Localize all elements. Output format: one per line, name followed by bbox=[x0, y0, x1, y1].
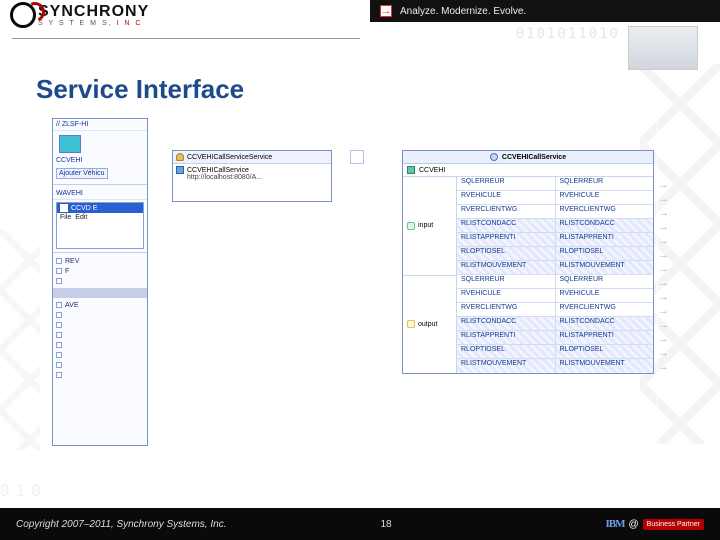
output-icon bbox=[407, 320, 415, 328]
arrow-right-icon: → bbox=[658, 276, 684, 290]
footer-bar: Copyright 2007–2011, Synchrony Systems, … bbox=[0, 508, 720, 540]
gear-icon bbox=[490, 153, 498, 161]
arrow-box-icon: → bbox=[380, 5, 392, 17]
out-cell: RLISTAPPRENTI bbox=[457, 331, 556, 344]
logo-ring-icon bbox=[10, 2, 36, 28]
out-cell: RLISTMOUVEMENT bbox=[457, 359, 556, 373]
arrow-right-icon: → bbox=[658, 360, 684, 374]
in-cell: RLISTCONDACC bbox=[457, 219, 556, 232]
menu-file[interactable]: File bbox=[60, 214, 71, 221]
arrow-right-icon: → bbox=[658, 332, 684, 346]
in-cell: RVERCLIENTWG bbox=[457, 205, 556, 218]
out-cell-b: RVERCLIENTWG bbox=[556, 303, 654, 316]
arrow-right-icon: → bbox=[658, 318, 684, 332]
arrow-right-icon: → bbox=[658, 304, 684, 318]
screen-label: CCVEHI bbox=[53, 157, 147, 166]
page-number: 18 bbox=[380, 519, 391, 530]
out-cell-b: RLISTAPPRENTI bbox=[556, 331, 654, 344]
palette-code-comment: // ZLSF-HI bbox=[53, 119, 147, 131]
arrow-right-icon: → bbox=[658, 290, 684, 304]
palette-item-ave: AVE bbox=[65, 302, 79, 309]
in-cell-b: RLOPTIOSEL bbox=[556, 247, 654, 260]
title-underline bbox=[12, 38, 360, 39]
palette-items: REV F AVE bbox=[53, 256, 147, 380]
out-cell: RLOPTIOSEL bbox=[457, 345, 556, 358]
service-def-url: http://localhost:8080/A... bbox=[173, 174, 331, 183]
in-cell-b: RVERCLIENTWG bbox=[556, 205, 654, 218]
arrow-right-icon: → bbox=[658, 178, 684, 192]
people-photo bbox=[628, 26, 698, 70]
out-cell-b: RLOPTIOSEL bbox=[556, 345, 654, 358]
decor-binary: 010 bbox=[0, 481, 47, 500]
arrow-right-icon: → bbox=[658, 206, 684, 220]
window-icon bbox=[60, 204, 68, 212]
in-cell: RLOPTIOSEL bbox=[457, 247, 556, 260]
service-table-title: CCVEHICallService bbox=[502, 154, 566, 161]
partner-badge: IBM @ Business Partner bbox=[606, 518, 704, 530]
out-cell: RVEHICULE bbox=[457, 289, 556, 302]
service-def-impl: CCVEHICallService bbox=[187, 167, 249, 174]
output-arrow-column: → → → → → → → → → → → → → → bbox=[658, 178, 684, 374]
arrow-right-icon: → bbox=[658, 234, 684, 248]
arrow-right-icon: → bbox=[658, 192, 684, 206]
service-table: CCVEHICallService CCVEHI input output SQ… bbox=[402, 150, 654, 374]
palette-item-rev: REV bbox=[65, 258, 79, 265]
connector-node bbox=[350, 150, 364, 164]
io-grid: SQLERREURSQLERREUR RVEHICULERVEHICULE RV… bbox=[457, 177, 653, 373]
screen-icon bbox=[59, 135, 81, 153]
out-cell-b: RVEHICULE bbox=[556, 289, 654, 302]
add-vehicle-button[interactable]: Ajouter Véhicu bbox=[56, 168, 108, 179]
ibm-logo: IBM bbox=[606, 518, 625, 530]
in-cell: RLISTMOUVEMENT bbox=[457, 261, 556, 274]
palette-section-2: WAVEHI bbox=[53, 188, 147, 200]
out-cell: SQLERREUR bbox=[457, 275, 556, 288]
in-cell-b: RLISTMOUVEMENT bbox=[556, 261, 654, 274]
in-cell: RVEHICULE bbox=[457, 191, 556, 204]
tagline-bar: → Analyze. Modernize. Evolve. bbox=[370, 0, 720, 22]
out-cell: RLISTCONDACC bbox=[457, 317, 556, 330]
tagline-text: Analyze. Modernize. Evolve. bbox=[400, 6, 526, 17]
out-cell-b: RLISTCONDACC bbox=[556, 317, 654, 330]
arrow-right-icon: → bbox=[658, 346, 684, 360]
in-cell: RLISTAPPRENTI bbox=[457, 233, 556, 246]
arrow-right-icon: → bbox=[658, 248, 684, 262]
input-icon bbox=[407, 222, 415, 230]
io-input-label: input bbox=[418, 222, 433, 229]
brand-name: SYNCHRONY bbox=[38, 4, 149, 20]
out-cell: RVERCLIENTWG bbox=[457, 303, 556, 316]
io-output-label: output bbox=[418, 321, 437, 328]
out-cell-b: SQLERREUR bbox=[556, 275, 654, 288]
in-cell-b: RLISTAPPRENTI bbox=[556, 233, 654, 246]
palette-panel: // ZLSF-HI CCVEHI Ajouter Véhicu WAVEHI … bbox=[52, 118, 148, 446]
in-cell-b: RVEHICULE bbox=[556, 191, 654, 204]
palette-item-f: F bbox=[65, 268, 69, 275]
in-cell: SQLERREUR bbox=[457, 177, 556, 190]
mini-window-menubar: File Edit bbox=[57, 213, 143, 222]
arrow-right-icon: → bbox=[658, 220, 684, 234]
business-partner-badge: Business Partner bbox=[643, 519, 704, 530]
menu-edit[interactable]: Edit bbox=[75, 214, 87, 221]
in-cell-b: RLISTCONDACC bbox=[556, 219, 654, 232]
brand-subtitle: S Y S T E M S, I N C bbox=[38, 20, 149, 27]
copyright-text: Copyright 2007–2011, Synchrony Systems, … bbox=[16, 519, 226, 530]
module-icon bbox=[407, 166, 415, 174]
brand-logo: SYNCHRONY S Y S T E M S, I N C bbox=[10, 2, 149, 28]
at-icon: @ bbox=[629, 519, 639, 530]
out-cell-b: RLISTMOUVEMENT bbox=[556, 359, 654, 373]
decor-chevrons-left bbox=[0, 230, 40, 450]
service-table-unit: CCVEHI bbox=[419, 167, 445, 174]
decor-binary-digits: 0101011010 bbox=[516, 26, 620, 42]
diagram-canvas: // ZLSF-HI CCVEHI Ajouter Véhicu WAVEHI … bbox=[42, 116, 658, 464]
slide-title: Service Interface bbox=[36, 74, 244, 105]
service-def-title: CCVEHICallServiceService bbox=[187, 154, 272, 161]
topbar: SYNCHRONY S Y S T E M S, I N C → Analyze… bbox=[0, 0, 720, 36]
service-icon bbox=[176, 166, 184, 174]
mini-window-title: CCVD E bbox=[71, 205, 97, 212]
arrow-right-icon: → bbox=[658, 262, 684, 276]
io-labels-column: input output bbox=[403, 177, 457, 373]
service-definition-box: CCVEHICallServiceService CCVEHICallServi… bbox=[172, 150, 332, 202]
person-icon bbox=[176, 153, 184, 161]
in-cell-b: SQLERREUR bbox=[556, 177, 654, 190]
